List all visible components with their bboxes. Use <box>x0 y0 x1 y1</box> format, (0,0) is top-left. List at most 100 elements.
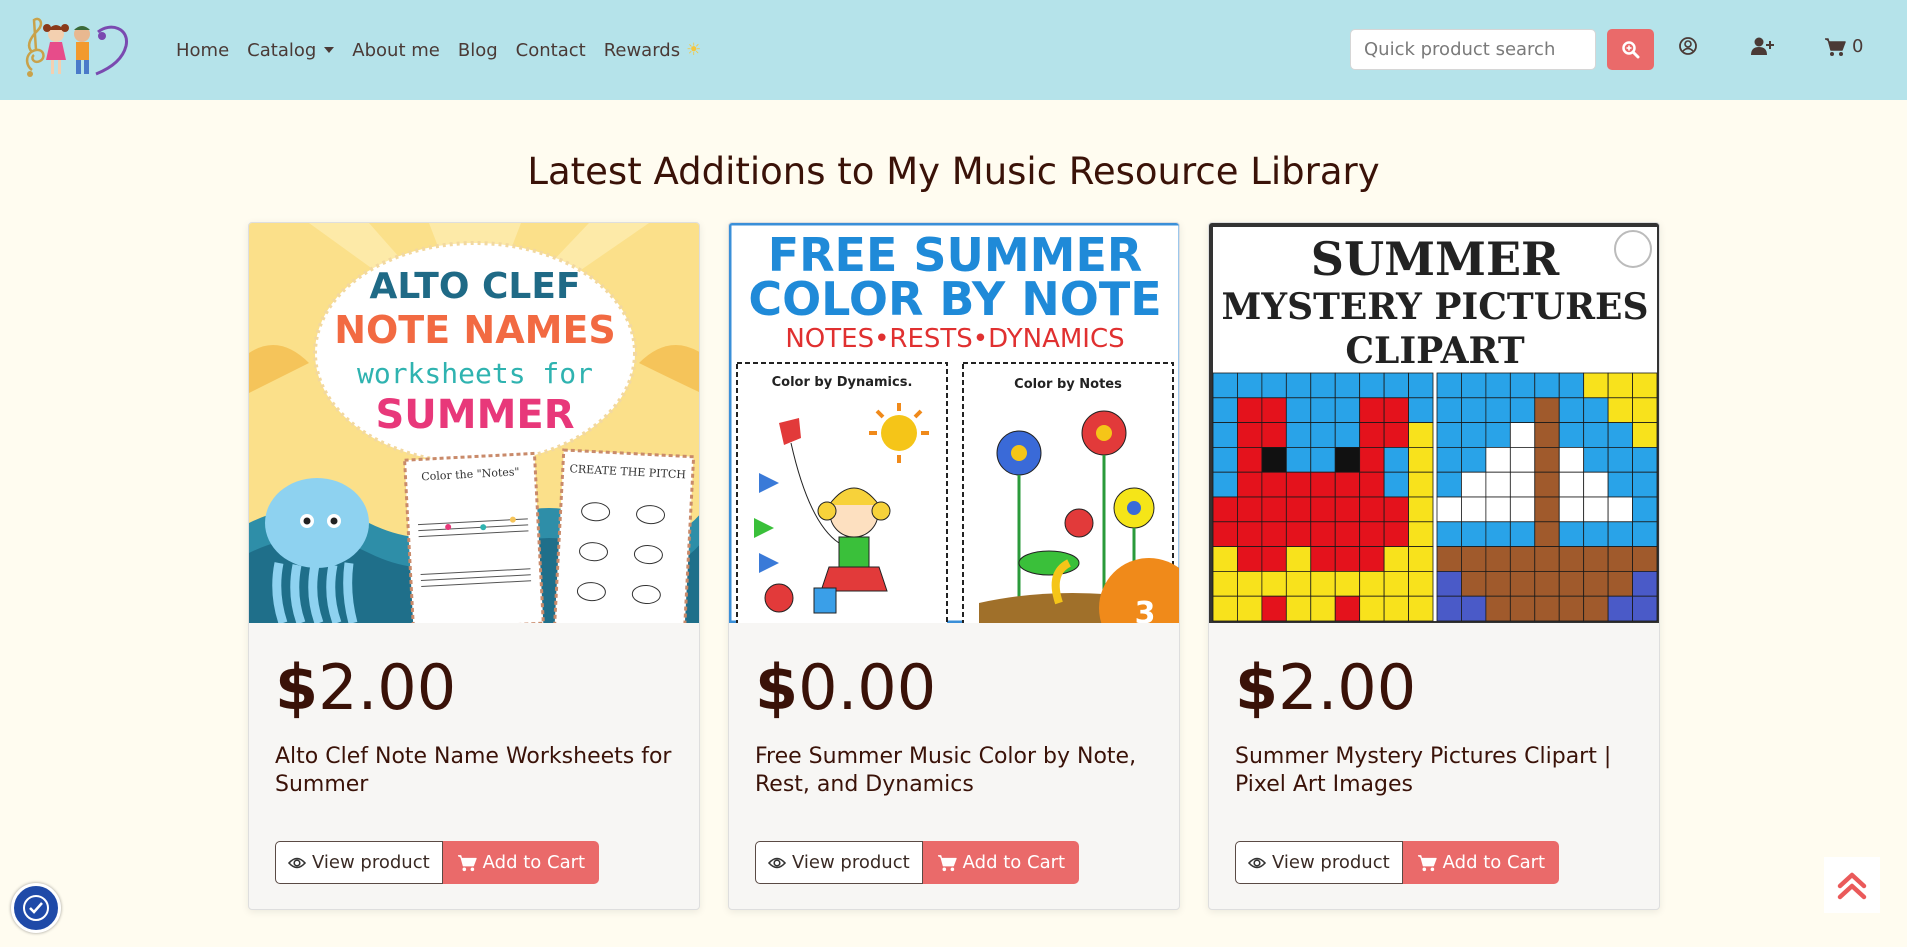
sun-icon: ☀ <box>686 40 702 60</box>
add-to-cart-button[interactable]: Add to Cart <box>1402 841 1560 884</box>
search-button[interactable] <box>1607 29 1654 70</box>
site-logo[interactable] <box>18 12 133 82</box>
pixel-cell <box>1485 372 1511 399</box>
pixel-cell <box>1310 595 1336 622</box>
add-to-cart-button[interactable]: Add to Cart <box>922 841 1080 884</box>
pixel-cell <box>1285 521 1312 547</box>
pixel-cell <box>1509 372 1536 399</box>
accessibility-button[interactable] <box>11 883 61 933</box>
cart-icon <box>1417 854 1437 871</box>
account-button[interactable] <box>1678 36 1698 56</box>
pixel-cell <box>1632 372 1658 399</box>
pixel-cell <box>1485 471 1511 498</box>
image-line2: NOTE NAMES <box>334 308 616 352</box>
page-title: Latest Additions to My Music Resource Li… <box>527 150 1380 193</box>
pixel-cell <box>1383 521 1409 547</box>
pixel-cell <box>1383 446 1409 473</box>
product-image[interactable]: ALTO CLEF NOTE NAMES worksheets for SUMM… <box>249 223 699 623</box>
nav-home[interactable]: Home <box>176 40 229 61</box>
image-line3: CLIPART <box>1345 330 1524 372</box>
nav-contact[interactable]: Contact <box>516 40 586 61</box>
pixel-cell <box>1632 521 1658 547</box>
nav-about[interactable]: About me <box>352 40 440 61</box>
pixel-cell <box>1632 570 1658 597</box>
scroll-to-top-button[interactable] <box>1824 857 1880 913</box>
cart-icon <box>457 854 477 871</box>
view-product-button[interactable]: View product <box>755 841 923 884</box>
cart-icon <box>1825 37 1846 56</box>
pixel-cell <box>1285 570 1312 597</box>
product-title[interactable]: Free Summer Music Color by Note, Rest, a… <box>755 743 1155 799</box>
pixel-cell <box>1485 422 1511 448</box>
pixel-cell <box>1607 446 1633 473</box>
nav-rewards[interactable]: Rewards ☀ <box>604 40 702 61</box>
pixel-cell <box>1285 471 1312 498</box>
add-to-cart-button[interactable]: Add to Cart <box>442 841 600 884</box>
pixel-cell <box>1408 422 1434 448</box>
pixel-cell <box>1359 471 1385 498</box>
pixel-cell <box>1607 521 1633 547</box>
pixel-cell <box>1212 422 1238 448</box>
search-input[interactable] <box>1350 29 1596 70</box>
product-price: $0.00 <box>755 651 937 724</box>
nav-blog[interactable]: Blog <box>458 40 498 61</box>
nav-home-label: Home <box>176 39 230 61</box>
pixel-cell <box>1632 397 1658 424</box>
pixel-cell <box>1485 521 1511 547</box>
pixel-cell <box>1359 446 1385 473</box>
pixel-cell <box>1558 595 1585 622</box>
view-product-button[interactable]: View product <box>1235 841 1403 884</box>
pixel-cell <box>1261 397 1287 424</box>
product-image[interactable]: SUMMER MYSTERY PICTURES CLIPART <box>1209 223 1659 623</box>
cart-button[interactable]: 0 <box>1824 36 1863 57</box>
pixel-cell <box>1310 471 1336 498</box>
image-line1: SUMMER <box>1311 232 1560 286</box>
image-line2: COLOR BY NOTE <box>748 272 1161 326</box>
pixel-cell <box>1583 471 1609 498</box>
product-actions: View product Add to Cart <box>275 841 600 884</box>
pixel-cell <box>1408 397 1434 424</box>
view-product-button[interactable]: View product <box>275 841 443 884</box>
pixel-cell <box>1334 496 1361 523</box>
pixel-cell <box>1509 496 1536 523</box>
pixel-cell <box>1212 595 1238 622</box>
pixel-cell <box>1534 496 1560 523</box>
pixel-cell <box>1607 397 1633 424</box>
pixel-cell <box>1461 521 1487 547</box>
pixel-cell <box>1285 546 1312 572</box>
pixel-cell <box>1359 521 1385 547</box>
pixel-cell <box>1558 422 1585 448</box>
add-to-cart-label: Add to Cart <box>1442 852 1546 873</box>
pixel-cell <box>1485 546 1511 572</box>
pixel-cell <box>1212 471 1238 498</box>
pixel-cell <box>1334 446 1361 473</box>
pixel-cell <box>1632 595 1658 622</box>
pixel-cell <box>1436 446 1462 473</box>
pixel-cell <box>1408 595 1434 622</box>
pixel-cell <box>1310 372 1336 399</box>
pixel-cell <box>1310 496 1336 523</box>
boat-pixel-grid <box>1436 372 1658 622</box>
pixel-cell <box>1383 595 1409 622</box>
pixel-cell <box>1334 595 1361 622</box>
pixel-cell <box>1534 471 1560 498</box>
pixel-cell <box>1383 471 1409 498</box>
pixel-cell <box>1285 397 1312 424</box>
nav-catalog[interactable]: Catalog <box>247 40 335 61</box>
pixel-cell <box>1583 372 1609 399</box>
product-title[interactable]: Summer Mystery Pictures Clipart | Pixel … <box>1235 743 1635 799</box>
pixel-cell <box>1509 471 1536 498</box>
product-title[interactable]: Alto Clef Note Name Worksheets for Summe… <box>275 743 675 799</box>
pixel-cell <box>1461 471 1487 498</box>
pixel-cell <box>1359 595 1385 622</box>
pixel-cell <box>1485 397 1511 424</box>
register-button[interactable] <box>1750 36 1774 56</box>
product-image-alto-clef: ALTO CLEF NOTE NAMES worksheets for SUMM… <box>249 223 699 623</box>
image-badge: 3 <box>1135 596 1156 623</box>
pixel-cell <box>1461 372 1487 399</box>
pixel-cell <box>1237 471 1263 498</box>
product-actions: View product Add to Cart <box>755 841 1080 884</box>
view-product-label: View product <box>312 852 430 873</box>
pixel-cell <box>1359 546 1385 572</box>
product-image[interactable]: FREE SUMMER COLOR BY NOTE NOTES•RESTS•DY… <box>729 223 1179 623</box>
